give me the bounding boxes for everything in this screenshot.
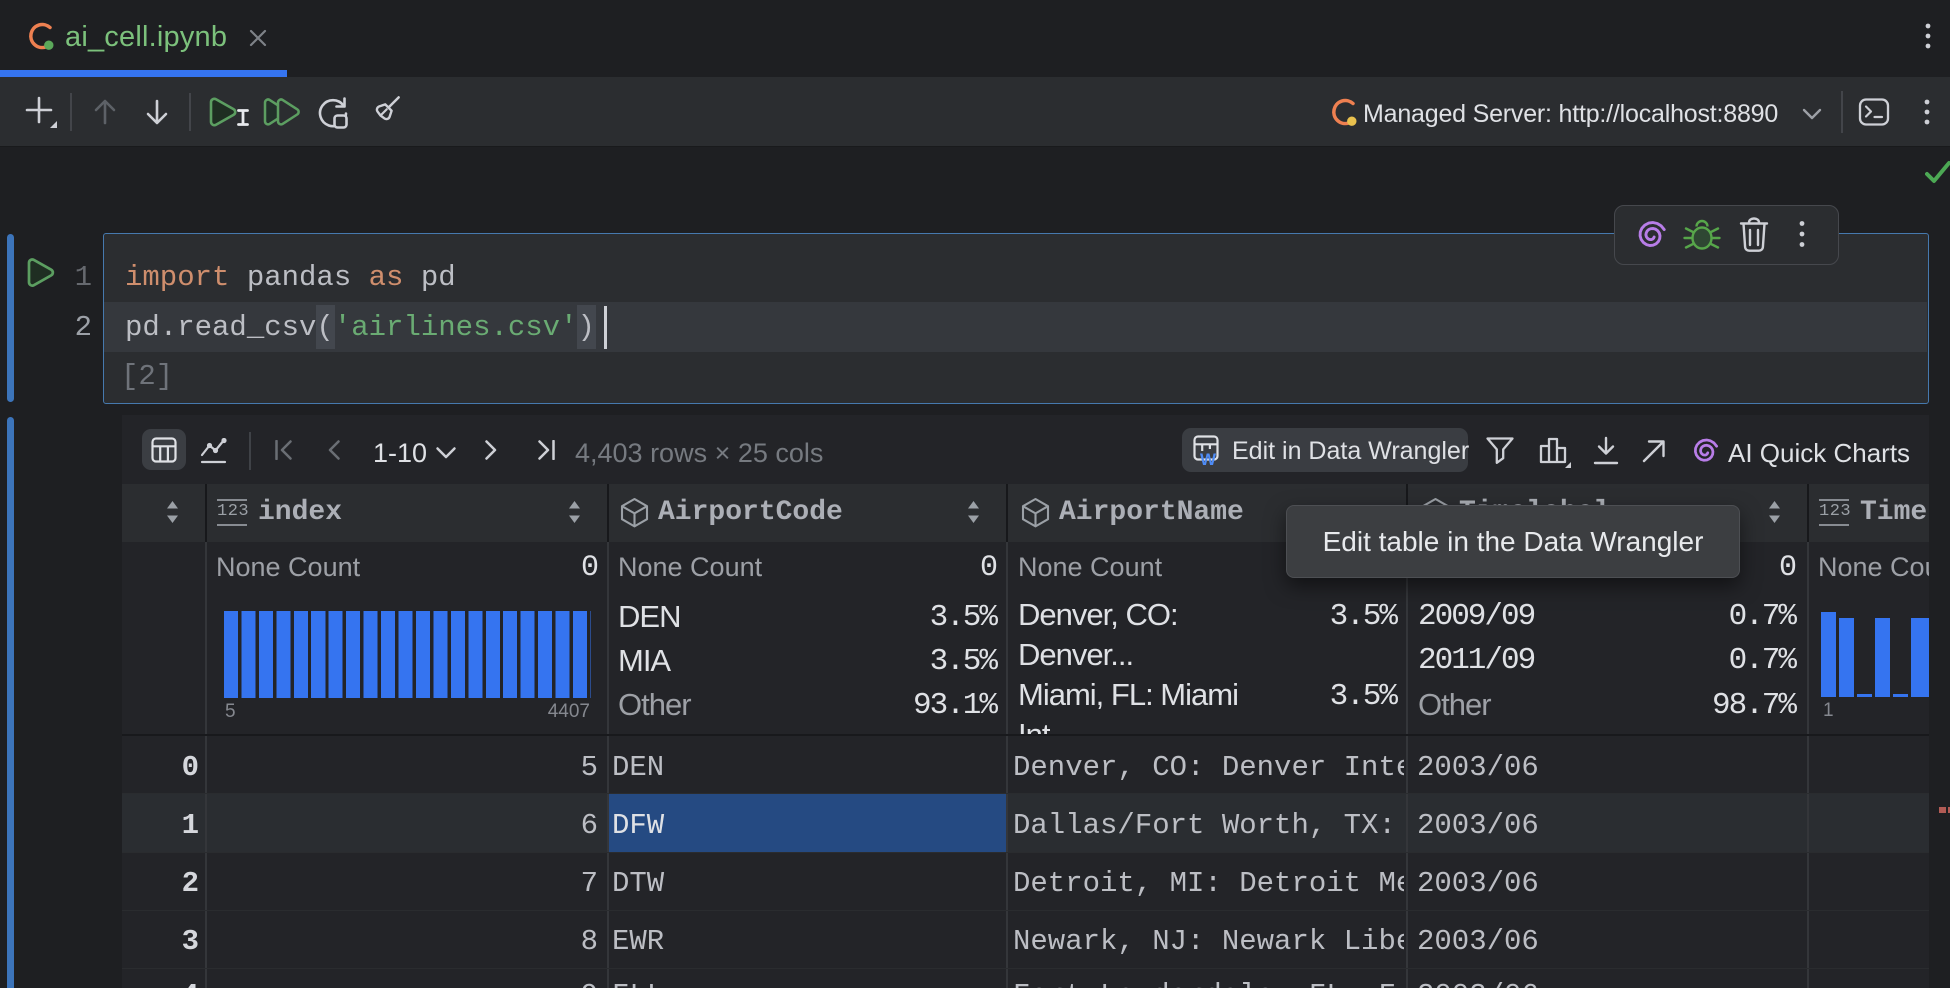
- svg-text:W: W: [1200, 450, 1217, 465]
